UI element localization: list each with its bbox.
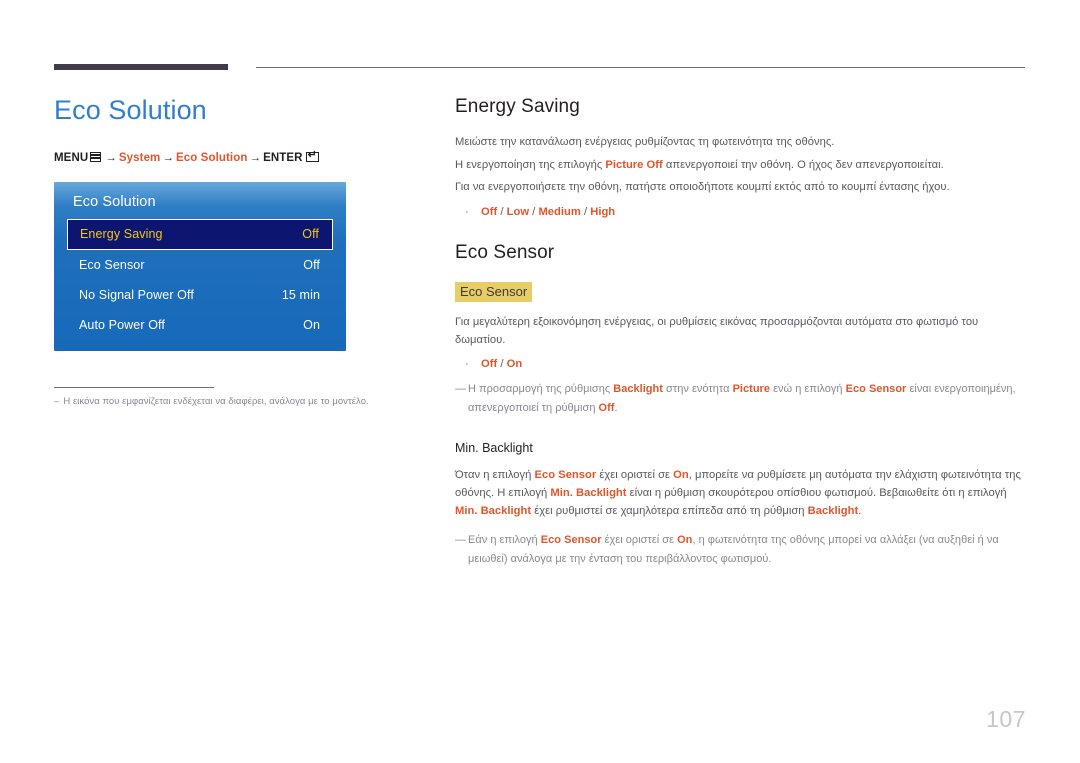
osd-menu-list: Energy Saving Off Eco Sensor Off No Sign… — [54, 218, 346, 340]
energy-saving-paragraph-1: Μειώστε την κατανάλωση ενέργειας ρυθμίζο… — [455, 136, 835, 148]
enter-key-icon — [305, 149, 319, 162]
text-run: Η προσαρμογή της ρύθμισης — [468, 383, 614, 395]
text-run: Εάν η επιλογή — [468, 534, 541, 547]
text-run: Όταν η επιλογή — [455, 469, 535, 482]
breadcrumb-step-eco-solution: Eco Solution — [176, 151, 248, 164]
text-run: έχει ρυθμιστεί σε χαμηλότερα επίπεδα από… — [531, 505, 808, 518]
energy-saving-paragraph-3: Για να ενεργοποιήσετε την οθόνη, πατήστε… — [455, 181, 950, 194]
footnote-text: Η εικόνα που εμφανίζεται ενδέχεται να δι… — [63, 395, 369, 407]
right-column: Energy Saving Μειώστε την κατανάλωση ενέ… — [455, 96, 1027, 571]
osd-row-value: 15 min — [281, 287, 320, 302]
min-backlight-paragraph: Όταν η επιλογή Eco Sensor έχει οριστεί σ… — [455, 467, 1027, 521]
footnote-divider — [54, 386, 214, 388]
bullet-dot-icon: · — [465, 206, 469, 219]
note-body: Η προσαρμογή της ρύθμισης Backlight στην… — [468, 380, 1027, 417]
text-run: έχει οριστεί σε — [601, 534, 678, 547]
highlighted-label-eco-sensor: Eco Sensor — [455, 282, 533, 303]
breadcrumb: MENU → System → Eco Solution → ENTER — [54, 149, 424, 164]
header-rule-thin — [256, 67, 1025, 68]
section-heading-eco-sensor: Eco Sensor — [455, 242, 555, 264]
option-off: Off — [481, 358, 498, 370]
osd-row-auto-power-off[interactable]: Auto Power Off On — [67, 310, 333, 340]
accent-eco-sensor: Eco Sensor — [540, 534, 602, 547]
option-separator: / — [497, 206, 507, 219]
section-heading-energy-saving: Energy Saving — [455, 96, 580, 117]
min-backlight-note: — Εάν η επιλογή Eco Sensor έχει οριστεί … — [455, 531, 1027, 568]
accent-on: On — [677, 534, 693, 547]
text-run: απενεργοποιεί την οθόνη. Ο ήχος δεν απεν… — [662, 158, 944, 171]
left-column: Eco Solution MENU → System → Eco Solution → EN… — [54, 95, 424, 407]
text-run: είναι η ρύθμιση σκουρότερου οπίσθιου φωτ… — [626, 487, 1007, 500]
osd-row-value: On — [303, 317, 320, 332]
eco-sensor-options-bullet: · Off / On — [455, 358, 1027, 370]
osd-menu-title: Eco Solution — [73, 193, 156, 210]
text-run: Η ενεργοποίηση της επιλογής — [455, 158, 606, 171]
text-run: . — [614, 401, 618, 414]
eco-sensor-paragraph-1: Για μεγαλύτερη εξοικονόμηση ενέργειας, ο… — [455, 316, 979, 347]
text-run: έχει οριστεί σε — [596, 469, 674, 482]
menu-grid-icon — [90, 151, 102, 162]
bullet-dot-icon: · — [465, 358, 469, 370]
note-body: Εάν η επιλογή Eco Sensor έχει οριστεί σε… — [468, 531, 1027, 568]
text-run: στην ενότητα — [662, 383, 733, 395]
breadcrumb-step-system: System — [118, 151, 161, 164]
osd-row-value: Off — [302, 227, 319, 242]
breadcrumb-arrow-3: → — [249, 151, 262, 164]
text-run: ενώ η επιλογή — [770, 383, 846, 395]
accent-min-backlight: Min. Backlight — [455, 505, 532, 518]
option-on: On — [506, 358, 523, 370]
accent-eco-sensor: Eco Sensor — [534, 469, 597, 482]
option-off: Off — [481, 206, 498, 219]
option-separator: / — [497, 358, 507, 370]
osd-row-label: Eco Sensor — [79, 257, 145, 272]
page-number: 107 — [986, 706, 1026, 732]
osd-row-energy-saving[interactable]: Energy Saving Off — [67, 218, 333, 250]
osd-menu-mock: Eco Solution Energy Saving Off Eco Senso… — [54, 181, 346, 351]
option-high: High — [590, 206, 616, 219]
page-title: Eco Solution — [54, 95, 207, 125]
osd-row-no-signal-power-off[interactable]: No Signal Power Off 15 min — [67, 280, 333, 310]
accent-off: Off — [598, 401, 615, 414]
breadcrumb-menu-label: MENU — [54, 151, 89, 164]
osd-row-label: Auto Power Off — [79, 317, 165, 332]
energy-saving-paragraph-2: Η ενεργοποίηση της επιλογής Picture Off … — [455, 155, 1027, 176]
breadcrumb-arrow-1: → — [105, 151, 117, 164]
section-heading-min-backlight: Min. Backlight — [455, 441, 533, 456]
energy-saving-options-bullet: · Off / Low / Medium / High — [455, 206, 1027, 218]
breadcrumb-enter-label: ENTER — [263, 151, 303, 164]
header-rule-thick — [54, 64, 228, 70]
eco-sensor-note: — Η προσαρμογή της ρύθμισης Backlight στ… — [455, 380, 1027, 417]
accent-picture-off: Picture Off — [605, 158, 663, 171]
accent-picture: Picture — [732, 383, 770, 395]
option-medium: Medium — [538, 206, 581, 219]
osd-row-label: Energy Saving — [80, 227, 163, 242]
osd-row-value: Off — [303, 257, 320, 272]
accent-on: On — [673, 469, 689, 482]
accent-backlight: Backlight — [807, 505, 859, 518]
accent-backlight: Backlight — [613, 383, 663, 395]
accent-min-backlight: Min. Backlight — [550, 487, 627, 500]
footnote: – Η εικόνα που εμφανίζεται ενδέχεται να δ… — [54, 396, 424, 407]
osd-row-eco-sensor[interactable]: Eco Sensor Off — [67, 250, 333, 280]
text-run: . — [858, 505, 862, 518]
osd-row-label: No Signal Power Off — [79, 287, 194, 302]
breadcrumb-arrow-2: → — [162, 151, 174, 164]
note-dash-icon: — — [455, 534, 467, 547]
option-low: Low — [506, 206, 530, 219]
note-dash-icon: — — [455, 383, 467, 395]
option-separator: / — [580, 206, 591, 219]
accent-eco-sensor: Eco Sensor — [845, 383, 907, 395]
footnote-dash: – — [54, 395, 60, 407]
